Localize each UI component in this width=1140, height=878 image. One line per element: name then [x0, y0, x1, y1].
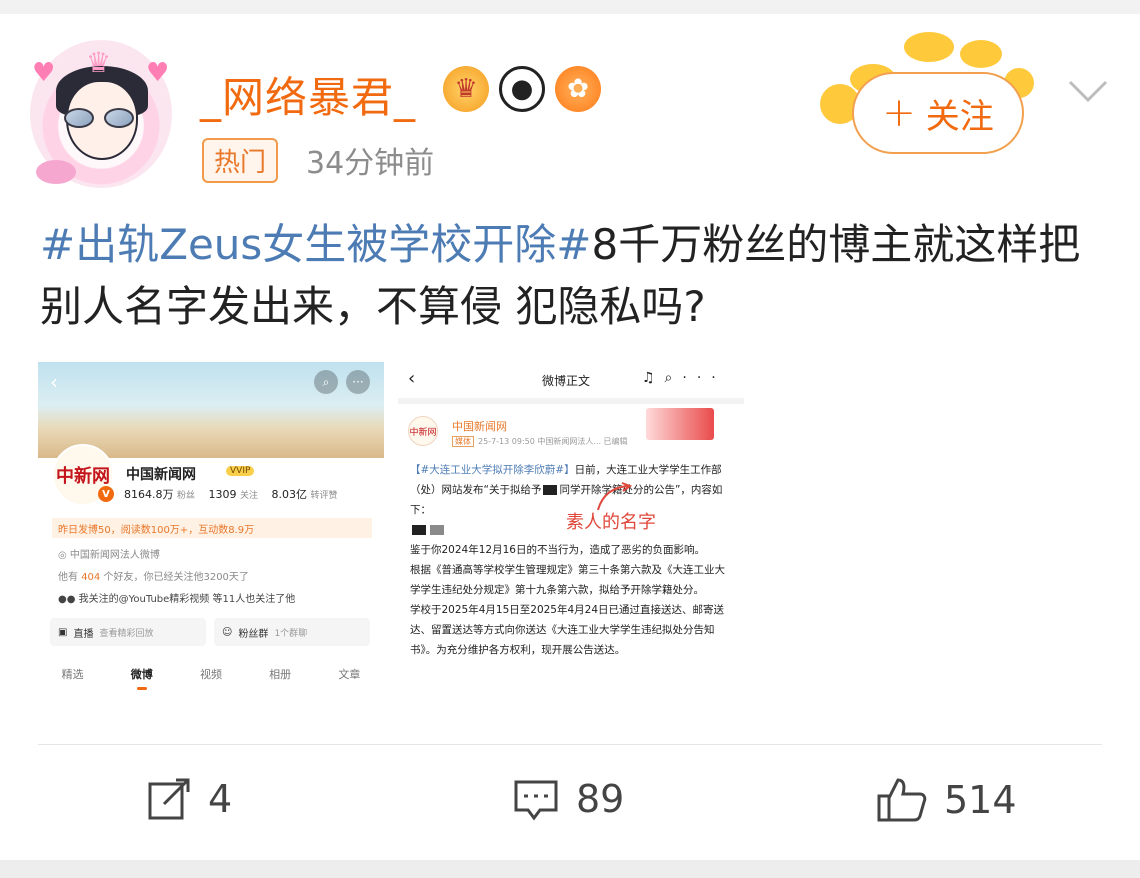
thumbs-up-icon	[877, 778, 927, 822]
profile-logo: 中新网 V	[52, 444, 114, 506]
detail-topbar: ‹ 微博正文 ♫⌕···	[398, 362, 744, 398]
back-icon: ‹	[408, 368, 416, 389]
avatar-glasses-left	[64, 108, 94, 128]
verified-icon: V	[98, 486, 114, 502]
friends-line: 他有 404 个好友，你已经关注他3200天了	[58, 572, 249, 583]
redacted-name	[543, 485, 558, 495]
share-button[interactable]: 4	[146, 776, 232, 822]
vip-badge: VVIP	[226, 466, 255, 476]
redacted-name	[412, 525, 426, 535]
tab-video: 视频	[199, 668, 222, 681]
bottom-bar	[0, 860, 1140, 878]
detail-title: 微博正文	[542, 374, 591, 388]
fish-icon[interactable]: ✿	[555, 66, 601, 112]
profile-highlight: 昨日发博50，阅读数100万+，互动数8.9万	[52, 518, 372, 538]
publisher-name: 中国新闻网	[452, 420, 507, 433]
avatar-glasses-right	[104, 108, 134, 128]
live-entry: ▣ 直播 查看精彩回放	[50, 618, 206, 646]
profile-name: 中国新闻网	[126, 467, 196, 483]
post-time: 34分钟前	[306, 146, 435, 181]
redacted-name	[430, 525, 444, 535]
chevron-down-icon[interactable]	[1066, 74, 1110, 108]
annotation-label: 素人的名字	[566, 512, 656, 533]
verified-line: ◎ 中国新闻网法人微博	[58, 550, 160, 561]
heart-icon: ♥	[146, 58, 170, 88]
image-post-screenshot[interactable]: ‹ 微博正文 ♫⌕··· 中新网 中国新闻网 媒体 25-7-13 09:50 中…	[398, 362, 744, 708]
back-icon: ‹	[50, 370, 58, 394]
image-profile-screenshot[interactable]: ‹ ⌕ ··· 中新网 V 中国新闻网 VVIP 8164.8万 粉丝 1309…	[38, 362, 384, 708]
share-icon	[148, 778, 190, 820]
user-avatar[interactable]: ♥ ♥ ♛	[30, 40, 172, 188]
like-count: 514	[944, 778, 1017, 822]
crown-icon: ♛	[86, 46, 112, 79]
red-banner	[646, 408, 714, 440]
tab-album: 相册	[269, 668, 292, 681]
group-icon: ☺	[222, 626, 233, 638]
plus-icon: +	[882, 90, 916, 136]
tab-article: 文章	[338, 668, 361, 681]
publisher-logo: 中新网	[408, 416, 438, 446]
search-icon: ⌕	[314, 370, 338, 394]
panda-icon[interactable]: ●	[499, 66, 545, 112]
comment-icon	[514, 780, 558, 821]
follow-label: 关注	[925, 96, 994, 137]
crown-icon[interactable]: ♛	[443, 66, 489, 112]
tab-featured: 精选	[61, 668, 84, 681]
username[interactable]: _网络暴君_	[200, 64, 416, 125]
hot-tag: 热门	[202, 138, 279, 183]
heart-icon: ♥	[32, 58, 56, 88]
toolbar-icons: ♫⌕···	[642, 370, 726, 386]
like-button[interactable]: 514	[876, 776, 1017, 824]
live-icon: ▣	[58, 626, 68, 638]
profile-tabs: 精选 微博 视频 相册 文章	[38, 666, 384, 690]
more-icon: ···	[346, 370, 370, 394]
post-text: #出轨Zeus女生被学校开除#8千万粉丝的博主就这样把别人名字发出来，不算侵 犯…	[40, 214, 1100, 338]
share-count: 4	[208, 777, 233, 821]
fans-group-entry: ☺ 粉丝群 1个群聊	[214, 618, 370, 646]
publisher-meta: 媒体 25-7-13 09:50 中国新闻网法人... 已编辑	[452, 436, 628, 447]
tab-weibo: 微博	[130, 668, 153, 690]
planet-icon	[36, 160, 76, 184]
profile-stats: 8164.8万 粉丝 1309 关注 8.03亿 转评赞	[124, 488, 338, 501]
mutual-line: ●● 我关注的@YouTube精彩视频 等11人也关注了他	[58, 594, 296, 605]
comment-count: 89	[576, 777, 625, 821]
comment-button[interactable]: 89	[512, 776, 624, 822]
follow-button[interactable]: + 关注	[852, 72, 1024, 154]
user-badges: ♛ ● ✿	[443, 66, 601, 112]
topic-link[interactable]: #出轨Zeus女生被学校开除#	[40, 220, 592, 269]
detail-body: 【#大连工业大学拟开除李欣蔚#】日前，大连工业大学学生工作部（处）网站发布“关于…	[410, 464, 725, 656]
